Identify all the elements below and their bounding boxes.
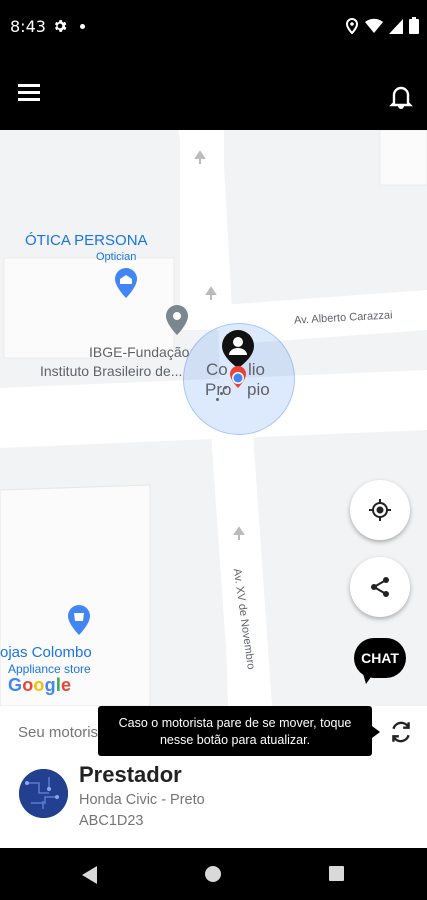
map-view[interactable]: ÓTICA PERSONA Optician IBGE-Fundação Ins… (0, 130, 427, 706)
tooltip-line-2: nesse botão para atualizar. (159, 733, 311, 747)
chat-button[interactable]: CHAT (354, 638, 406, 684)
driver-marker-icon[interactable] (221, 330, 255, 402)
poi-ibge[interactable]: IBGE-Fundação (89, 344, 189, 360)
cell-signal-icon (389, 18, 403, 34)
share-button[interactable] (350, 557, 410, 617)
status-time: 8:43 (10, 17, 46, 36)
wifi-icon (365, 18, 383, 33)
status-icons (345, 17, 419, 34)
menu-icon (18, 84, 40, 87)
share-icon (371, 577, 389, 597)
location-status-icon (345, 17, 359, 34)
app-bar (0, 56, 427, 130)
car-plate: ABC1D23 (79, 813, 144, 829)
optician-pin-icon[interactable] (115, 268, 137, 298)
notification-dot-icon (80, 24, 85, 29)
ibge-pin-icon[interactable] (166, 305, 188, 335)
system-nav-bar (0, 848, 427, 900)
refresh-tooltip: Caso o motorista pare de se mover, toque… (98, 706, 372, 756)
my-location-button[interactable] (350, 480, 410, 540)
poi-otica-category: Optician (96, 251, 137, 263)
status-bar: 8:43 (0, 0, 427, 56)
poi-otica-persona[interactable]: ÓTICA PERSONA (25, 232, 148, 249)
home-icon[interactable] (205, 866, 221, 882)
settings-gear-icon (54, 20, 67, 32)
provider-avatar (19, 769, 68, 818)
crosshair-icon (369, 499, 391, 521)
tooltip-arrow (372, 726, 380, 738)
recent-apps-icon[interactable] (329, 866, 344, 881)
tooltip-line-1: Caso o motorista pare de se mover, toque (118, 716, 352, 730)
car-info: Honda Civic - Preto (79, 792, 205, 808)
driver-panel: Seu motorista Caso o motorista pare de s… (0, 706, 427, 848)
menu-button[interactable] (18, 84, 44, 104)
circuit-avatar-icon (19, 769, 68, 818)
chat-label: CHAT (354, 638, 406, 678)
poi-lojas-colombo[interactable]: ojas Colombo (0, 644, 92, 661)
store-pin-icon[interactable] (68, 605, 90, 635)
driver-status-row: Seu motorista Caso o motorista pare de s… (0, 706, 427, 758)
driver-label: Seu motorista (18, 724, 111, 741)
notifications-bell-icon[interactable] (389, 84, 413, 110)
google-logo: Google (8, 675, 72, 695)
poi-ibge-subtitle: Instituto Brasileiro de... (40, 363, 183, 379)
refresh-icon[interactable] (388, 719, 414, 745)
provider-name: Prestador (79, 762, 182, 787)
poi-lojas-colombo-category: Appliance store (8, 662, 91, 676)
battery-icon (409, 17, 419, 34)
back-icon[interactable] (82, 866, 98, 884)
